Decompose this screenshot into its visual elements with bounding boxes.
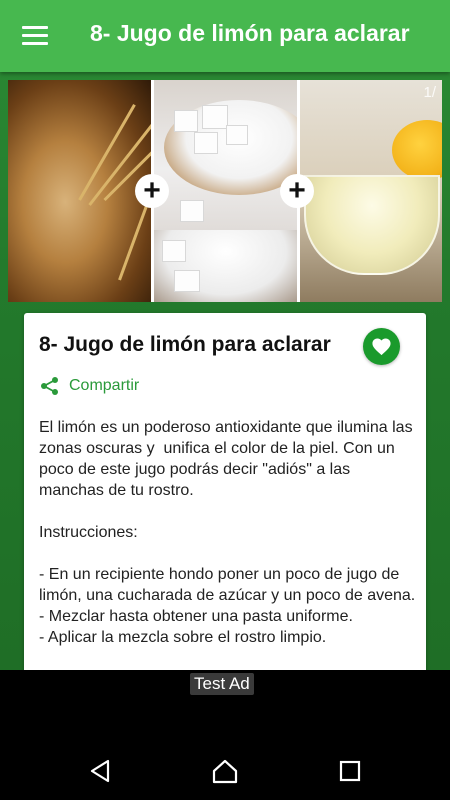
card-title: 8- Jugo de limón para aclarar	[39, 333, 331, 356]
paragraph-intro: El limón es un poderoso antioxidante que…	[39, 419, 418, 499]
toolbar-title: 8- Jugo de limón para aclarar	[90, 20, 410, 46]
plus-icon: +	[280, 174, 314, 208]
app-toolbar: 8- Jugo de limón para aclarar	[0, 0, 450, 72]
paragraph-blank	[39, 543, 417, 564]
app-screen: 8- Jugo de limón para aclarar + + 1/ 8- …	[0, 0, 450, 670]
plus-icon: +	[135, 174, 169, 208]
instruction-step: - En un recipiente hondo poner un poco d…	[39, 566, 416, 604]
recipe-card: 8- Jugo de limón para aclarar Compartir …	[24, 313, 426, 670]
gallery-counter: 1/	[423, 84, 436, 101]
back-triangle-icon[interactable]	[86, 757, 114, 785]
recents-square-icon[interactable]	[336, 757, 364, 785]
instruction-step: - Aplicar la mezcla sobre el rostro limp…	[39, 629, 327, 646]
share-icon	[41, 377, 58, 395]
lemon-juice-image	[300, 80, 442, 302]
share-button[interactable]: Compartir	[40, 376, 139, 396]
system-navigation-bar	[0, 700, 450, 800]
oats-image	[8, 80, 151, 302]
heart-icon	[372, 338, 391, 356]
share-label: Compartir	[69, 377, 140, 394]
hamburger-menu-icon[interactable]	[22, 26, 48, 46]
paragraph-instructions-heading: Instrucciones:	[39, 524, 138, 541]
paragraph-blank	[39, 501, 417, 522]
test-ad-label: Test Ad	[190, 673, 254, 695]
sugar-image	[154, 80, 297, 302]
image-gallery[interactable]: + + 1/	[8, 80, 442, 302]
favorite-button[interactable]	[363, 328, 400, 365]
instruction-step: - Mezclar hasta obtener una pasta unifor…	[39, 608, 353, 625]
ad-banner[interactable]: Test Ad	[0, 670, 450, 700]
recipe-body: El limón es un poderoso antioxidante que…	[39, 417, 417, 648]
home-icon[interactable]	[211, 757, 239, 785]
